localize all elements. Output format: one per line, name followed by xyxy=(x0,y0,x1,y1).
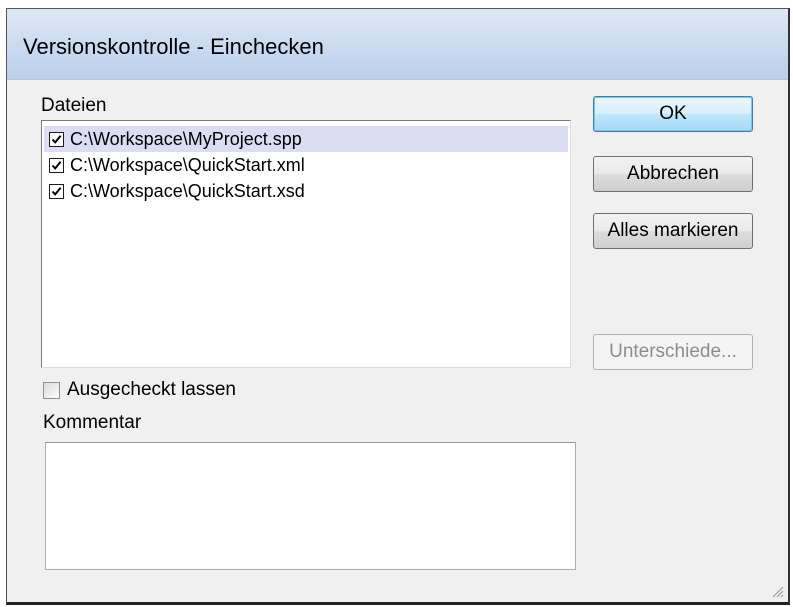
title-bar[interactable]: Versionskontrolle - Einchecken xyxy=(7,9,788,80)
keep-checked-out-label: Ausgecheckt lassen xyxy=(67,379,236,400)
dialog-body: Dateien C:\Workspace\MyProject.spp C:\Wo… xyxy=(15,80,780,594)
file-path: C:\Workspace\MyProject.spp xyxy=(70,128,302,149)
file-list-item[interactable]: C:\Workspace\QuickStart.xml xyxy=(44,152,568,178)
comment-label: Kommentar xyxy=(43,412,142,433)
checkin-dialog: Versionskontrolle - Einchecken Dateien C… xyxy=(6,8,790,605)
checkmark-icon xyxy=(51,160,62,170)
file-checkbox[interactable] xyxy=(49,183,64,199)
keep-checked-out-checkbox[interactable] xyxy=(43,381,60,399)
ok-button[interactable]: OK xyxy=(593,96,753,132)
resize-grip-icon[interactable] xyxy=(770,584,784,598)
checkmark-icon xyxy=(51,186,62,196)
keep-checked-out-option[interactable]: Ausgecheckt lassen xyxy=(43,379,236,401)
files-label: Dateien xyxy=(41,95,107,116)
diff-button[interactable]: Unterschiede... xyxy=(593,334,753,370)
file-path: C:\Workspace\QuickStart.xsd xyxy=(70,180,305,201)
file-path: C:\Workspace\QuickStart.xml xyxy=(70,154,305,175)
dialog-title: Versionskontrolle - Einchecken xyxy=(23,34,324,59)
file-checkbox[interactable] xyxy=(49,131,64,147)
checkmark-icon xyxy=(51,134,62,144)
comment-textarea[interactable] xyxy=(45,442,576,570)
files-listbox[interactable]: C:\Workspace\MyProject.spp C:\Workspace\… xyxy=(41,120,571,368)
file-list-item[interactable]: C:\Workspace\QuickStart.xsd xyxy=(44,178,568,204)
file-checkbox[interactable] xyxy=(49,157,64,173)
cancel-button[interactable]: Abbrechen xyxy=(593,156,753,192)
select-all-button[interactable]: Alles markieren xyxy=(593,213,753,249)
file-list-item[interactable]: C:\Workspace\MyProject.spp xyxy=(44,126,568,152)
